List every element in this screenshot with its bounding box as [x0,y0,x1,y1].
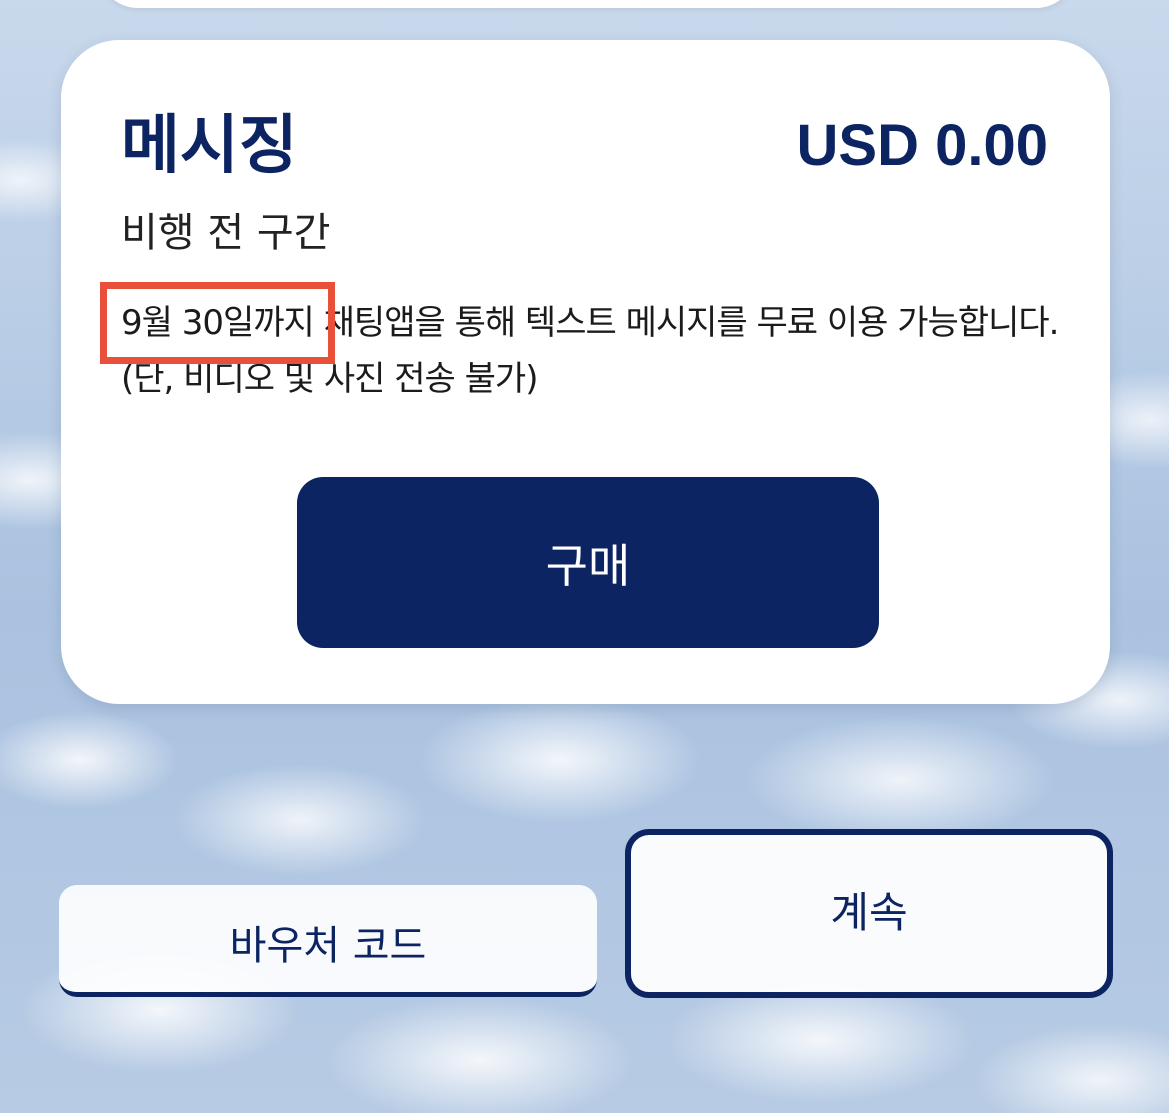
voucher-code-button[interactable]: 바우처 코드 [59,885,597,997]
card-subtitle: 비행 전 구간 [121,210,331,256]
card-title: 메시징 [121,109,298,183]
card-price: USD 0.00 [796,113,1048,178]
card-description: 9월 30일까지 채팅앱을 통해 텍스트 메시지를 무료 이용 가능합니다. (… [100,282,1061,407]
messaging-card: 메시징 USD 0.00 비행 전 구간 9월 30일까지 채팅앱을 통해 텍스… [61,40,1110,704]
continue-button[interactable]: 계속 [625,829,1113,998]
buy-button[interactable]: 구매 [297,477,879,648]
date-highlight: 9월 30일까지 [100,282,335,364]
previous-card-edge [98,0,1076,8]
